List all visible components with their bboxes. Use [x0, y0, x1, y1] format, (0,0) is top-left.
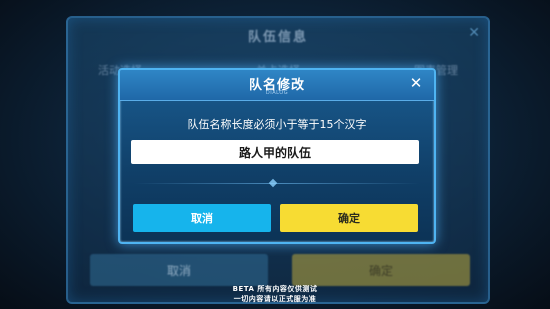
team-info-title: 队伍信息 [247, 30, 308, 45]
team-info-close-icon: ✕ [468, 25, 480, 41]
divider-ornament [268, 178, 278, 188]
dialog-subtitle: DIALOG [265, 90, 289, 96]
team-info-cancel-button: 取消 [90, 254, 268, 286]
close-icon[interactable]: ✕ [407, 74, 425, 92]
name-length-hint: 队伍名称长度必须小于等于15个汉字 [187, 118, 367, 131]
cancel-button[interactable]: 取消 [133, 204, 271, 232]
beta-notice: BETA 所有内容仅供测试 一切内容请以正式服为准 [0, 284, 550, 304]
team-name-input[interactable] [131, 140, 419, 164]
team-info-confirm-button: 确定 [292, 254, 470, 286]
beta-notice-line-1: BETA 所有内容仅供测试 [232, 285, 318, 293]
confirm-button[interactable]: 确定 [280, 204, 418, 232]
rename-team-dialog: 队名修改 DIALOG ✕ 队伍名称长度必须小于等于15个汉字 取消 确定 [118, 68, 436, 244]
game-screen: 队伍信息 ✕ 活动选择 关卡选择 图表管理 取消 确定 队名修改 DIALOG … [0, 0, 550, 309]
dialog-header: 队名修改 DIALOG ✕ [120, 70, 434, 101]
beta-notice-line-2: 一切内容请以正式服为准 [233, 295, 317, 303]
